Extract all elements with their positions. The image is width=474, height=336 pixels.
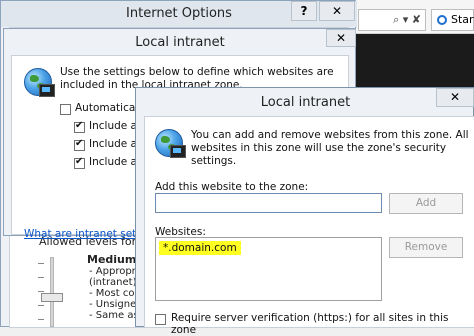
slider-tick	[38, 277, 44, 278]
websites-list[interactable]: *.domain.com	[155, 237, 382, 301]
intranet-globe-icon	[155, 129, 186, 158]
help-button[interactable]: ?	[291, 1, 317, 21]
security-level-slider-track[interactable]	[50, 257, 54, 327]
add-button[interactable]: Add	[389, 193, 463, 214]
browser-tab-label: Start	[451, 13, 474, 26]
browser-content-dark	[355, 34, 474, 92]
require-verification-label: Require server verification (https:) for…	[171, 312, 449, 336]
local-intranet-dialog-title: Local intranet	[135, 35, 225, 50]
add-website-label: Add this website to the zone:	[155, 181, 309, 193]
browser-tab-start[interactable]: Start	[431, 9, 474, 31]
auto-detect-checkbox[interactable]	[60, 104, 71, 115]
add-website-input[interactable]	[155, 193, 382, 213]
slider-tick	[38, 263, 44, 264]
address-bar[interactable]: ⌕ ▾ ✘	[358, 9, 426, 31]
require-verification-checkbox[interactable]	[155, 314, 166, 325]
browser-tab-icon	[437, 15, 447, 25]
slider-tick	[38, 291, 44, 292]
slider-tick	[38, 319, 44, 320]
security-level-slider-thumb[interactable]	[41, 293, 63, 302]
internet-options-close-button[interactable]: ✕	[319, 1, 355, 21]
intranet-globe-icon	[24, 68, 55, 97]
sites-dialog-title: Local intranet	[260, 95, 351, 110]
include-local-sites-checkbox[interactable]	[74, 120, 85, 133]
remove-button[interactable]: Remove	[389, 237, 463, 258]
sites-dialog-close-button[interactable]: ✕	[436, 88, 474, 107]
website-list-item[interactable]: *.domain.com	[159, 241, 241, 255]
sites-dialog-body: You can add and remove websites from thi…	[144, 116, 474, 336]
sites-dialog-description: You can add and remove websites from thi…	[191, 129, 469, 167]
local-intranet-sites-dialog: Local intranet ✕ You can add and remove …	[135, 87, 474, 336]
address-bar-icons[interactable]: ⌕ ▾ ✘	[393, 13, 421, 27]
slider-tick	[38, 305, 44, 306]
level-description-line: (intranet)	[89, 277, 137, 288]
include-proxy-bypass-checkbox[interactable]	[74, 138, 85, 151]
local-intranet-close-button[interactable]: ✕	[326, 29, 356, 47]
include-network-paths-checkbox[interactable]	[74, 156, 85, 169]
